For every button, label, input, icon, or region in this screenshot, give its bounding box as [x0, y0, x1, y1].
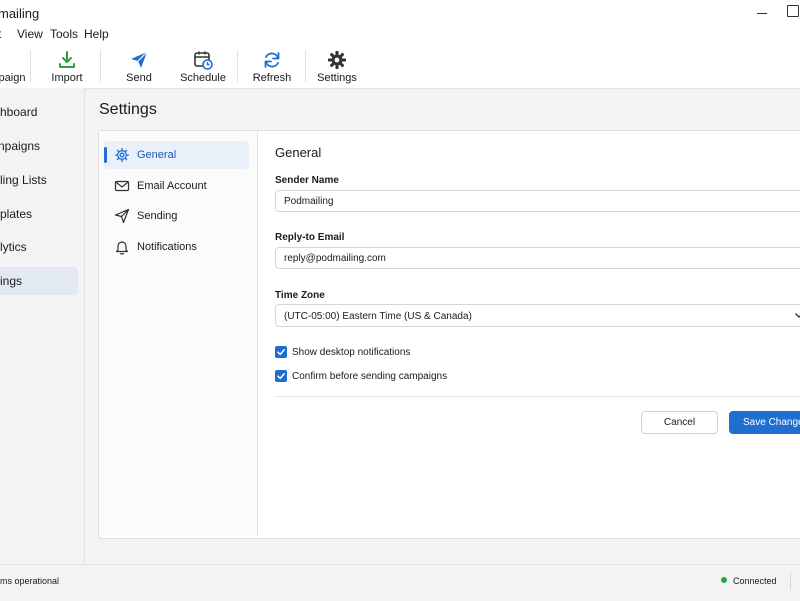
nav-item-label: npaigns	[0, 139, 41, 153]
page-title: Settings	[99, 101, 157, 118]
settings-menu-notifications[interactable]: Notifications	[104, 233, 249, 261]
save-changes-button[interactable]: Save Changes	[729, 411, 800, 434]
connection-status: Connected	[733, 576, 777, 586]
gear-icon	[115, 148, 129, 162]
settings-menu-sending[interactable]: Sending	[104, 202, 249, 230]
send-icon	[114, 208, 130, 224]
envelope-icon	[114, 180, 130, 192]
schedule-button[interactable]: Schedule	[178, 46, 228, 86]
toolbar-label: Schedule	[180, 72, 226, 84]
nav-item-mailing-lists[interactable]: ling Lists	[0, 166, 78, 194]
nav-item-campaigns[interactable]: npaigns	[0, 132, 78, 160]
nav-item-settings[interactable]: ings	[0, 267, 78, 295]
nav-item-label: hboard	[0, 105, 38, 119]
status-separator	[790, 572, 791, 590]
settings-menu-label: Sending	[137, 210, 178, 222]
status-text: ems operational	[0, 576, 60, 586]
settings-menu-label: Email Account	[137, 180, 207, 192]
menu-view[interactable]: View	[17, 27, 43, 41]
reply-to-label: Reply-to Email	[275, 232, 345, 243]
sender-name-input[interactable]	[275, 190, 800, 212]
gear-icon	[328, 51, 346, 69]
status-bar	[0, 564, 800, 601]
menu-help[interactable]: Help	[84, 27, 109, 41]
minimize-icon[interactable]	[752, 4, 772, 22]
menu-file[interactable]: t	[0, 27, 1, 41]
nav-item-templates[interactable]: plates	[0, 200, 78, 228]
maximize-icon[interactable]	[787, 5, 799, 17]
nav-item-dashboard[interactable]: hboard	[0, 98, 78, 126]
title-bar	[0, 0, 800, 27]
menu-bar	[0, 26, 800, 44]
nav-item-label: ling Lists	[0, 173, 47, 187]
settings-menu-label: General	[137, 149, 177, 161]
nav-item-label: plates	[0, 207, 33, 221]
desktop-notifications-label: Show desktop notifications	[292, 347, 411, 358]
nav-item-label: ings	[0, 274, 23, 288]
window-title: mailing	[0, 6, 40, 21]
send-button[interactable]: Send	[116, 46, 162, 86]
desktop-notifications-checkbox[interactable]	[275, 346, 287, 358]
refresh-button[interactable]: Refresh	[248, 46, 296, 86]
nav-item-analytics[interactable]: lytics	[0, 233, 78, 261]
chevron-down-icon	[795, 313, 800, 318]
toolbar-separator	[30, 50, 31, 82]
checkmark-icon	[277, 349, 285, 356]
toolbar-label: Refresh	[252, 72, 292, 84]
settings-menu-email-account[interactable]: Email Account	[104, 172, 249, 200]
timezone-select[interactable]: (UTC-05:00) Eastern Time (US & Canada)	[275, 304, 800, 327]
toolbar-label: Send	[126, 72, 152, 84]
cancel-button[interactable]: Cancel	[641, 411, 718, 434]
toolbar-separator	[100, 50, 101, 82]
menu-tools[interactable]: Tools	[50, 27, 78, 41]
section-title: General	[275, 145, 322, 160]
timezone-value: (UTC-05:00) Eastern Time (US & Canada)	[284, 311, 472, 322]
nav-item-label: lytics	[0, 240, 27, 254]
settings-menu-general[interactable]: General	[104, 141, 249, 169]
new-campaign-button[interactable]: paign	[0, 46, 40, 86]
bell-icon	[115, 241, 129, 255]
settings-button[interactable]: Settings	[314, 46, 360, 86]
confirm-before-sending-checkbox[interactable]	[275, 370, 287, 382]
toolbar-label: Import	[51, 72, 83, 84]
toolbar-label: Settings	[317, 72, 357, 84]
download-icon	[59, 51, 75, 68]
toolbar-label: paign	[0, 72, 26, 84]
connection-status-icon	[721, 577, 727, 583]
toolbar-separator	[237, 50, 238, 82]
toolbar-separator	[305, 50, 306, 82]
sender-name-label: Sender Name	[275, 175, 339, 186]
confirm-before-sending-label: Confirm before sending campaigns	[292, 371, 448, 382]
divider	[275, 396, 800, 397]
checkmark-icon	[277, 373, 285, 380]
reply-to-email-input[interactable]	[275, 247, 800, 269]
send-icon	[131, 51, 148, 68]
calendar-clock-icon	[194, 51, 213, 70]
settings-menu-label: Notifications	[137, 241, 197, 253]
refresh-icon	[264, 52, 280, 68]
timezone-label: Time Zone	[275, 290, 325, 301]
import-button[interactable]: Import	[44, 46, 90, 86]
